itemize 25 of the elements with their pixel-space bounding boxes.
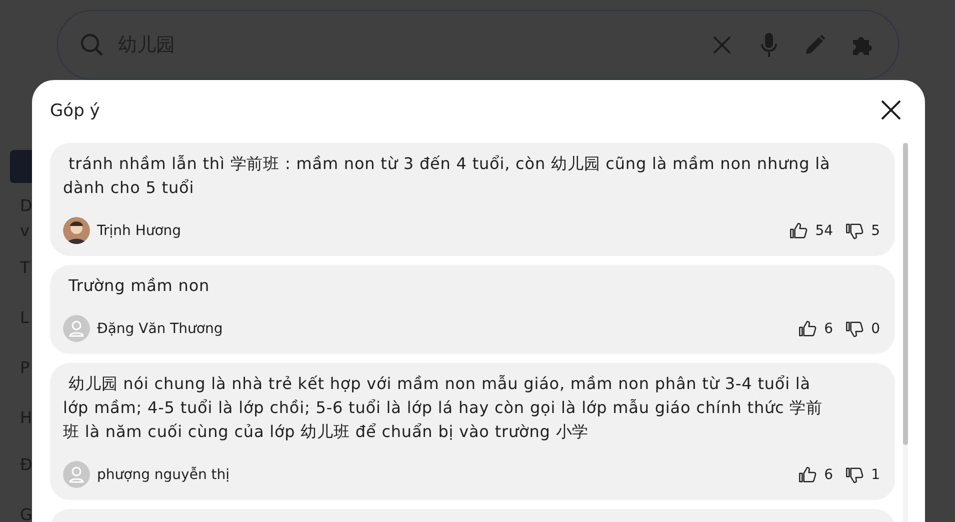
comment-text: 幼儿园 nói chung là nhà trẻ kết hợp với mầm non mẫu giáo, mầm non phân từ 3-4 tuổi là lớp mầm; 4-5 tuổi là lớp chồi; 5-6 tuổi là lớp lá hay còn gọi là lớp mẫu giáo chính thức 学前班 là năm cuối cùng của lớp 幼儿班 để chuẩn bị vào trường 小学 <box>63 373 824 443</box>
like-count: 6 <box>824 320 834 336</box>
like-count: 6 <box>824 466 834 482</box>
comment-text: Trường mầm non <box>68 275 211 297</box>
avatar-icon <box>63 461 90 488</box>
author-name: Đặng Văn Thương <box>97 320 223 336</box>
like-icon[interactable] <box>798 464 818 484</box>
avatar-icon <box>63 315 90 342</box>
like-icon[interactable] <box>798 318 818 338</box>
close-button[interactable] <box>881 100 903 122</box>
search-icon <box>80 33 104 57</box>
dialog-title: Góp ý <box>50 101 100 121</box>
dislike-count: 1 <box>871 466 880 482</box>
dislike-icon[interactable] <box>845 318 866 338</box>
dislike-icon[interactable] <box>845 220 866 240</box>
scrollbar-thumb[interactable] <box>903 143 908 445</box>
dislike-count: 5 <box>871 222 880 238</box>
like-icon[interactable] <box>789 220 810 240</box>
dislike-icon[interactable] <box>845 464 866 484</box>
comment-text: tránh nhầm lẫn thì 学前班 : mầm non từ 3 đến 4 tuổi, còn 幼儿园 cũng là mầm non nhưng là dành cho 5 tuổi <box>63 153 832 199</box>
like-count: 54 <box>815 222 834 238</box>
author-name: Trịnh Hương <box>97 222 182 238</box>
author-name: phượng nguyễn thị <box>97 466 230 482</box>
avatar-photo <box>63 217 90 244</box>
dislike-count: 0 <box>871 320 880 336</box>
